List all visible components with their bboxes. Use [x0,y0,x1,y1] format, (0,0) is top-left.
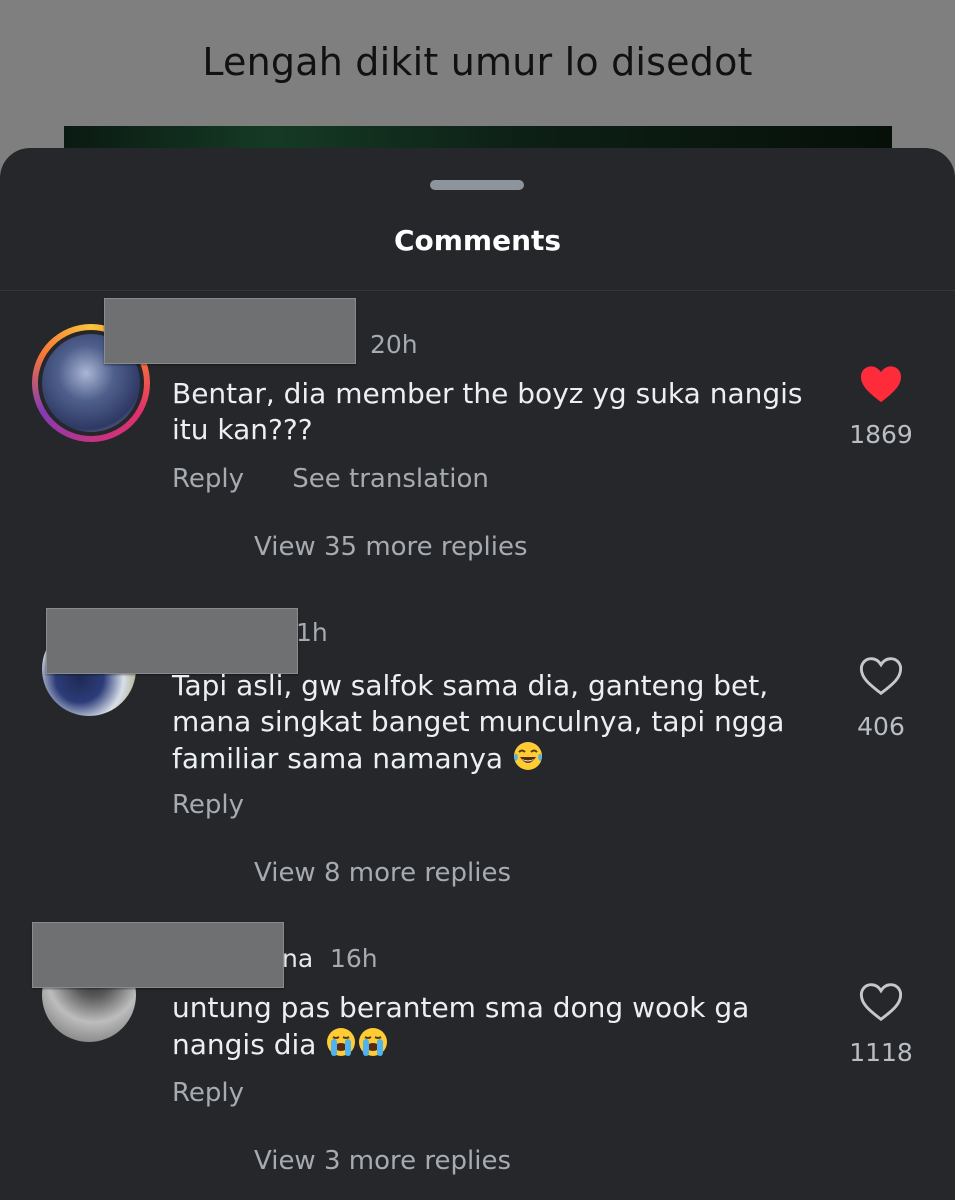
see-translation-button[interactable]: See translation [292,464,489,494]
reply-button[interactable]: Reply [172,1078,244,1108]
divider [0,290,955,291]
comment-username-fragment: na [282,944,314,973]
reply-button[interactable]: Reply [172,790,244,820]
comment-text: Tapi asli, gw salfok sama dia, ganteng b… [172,668,822,777]
loudly-crying-emoji-icon [359,1028,388,1056]
comment-text: Bentar, dia member the boyz yg suka nang… [172,377,803,446]
view-more-replies[interactable]: View 35 more replies [254,532,528,562]
comment-actions: Reply See translation [172,464,529,494]
heart-filled-icon [861,366,901,403]
like-count: 1869 [849,420,913,449]
view-more-replies[interactable]: View 3 more replies [254,1146,511,1176]
comment-text-body: untung pas berantem sma dong wook ga nan… [172,991,750,1061]
username-redaction [46,608,298,674]
like-button[interactable]: 406 [831,656,931,741]
comment-text-body: Tapi asli, gw salfok sama dia, ganteng b… [172,669,785,775]
reply-button[interactable]: Reply [172,464,244,494]
like-count: 1118 [849,1038,913,1067]
heart-outline-icon [859,657,903,696]
loudly-crying-emoji-icon [327,1028,356,1056]
username-redaction [104,298,356,364]
comment-time: 1h [296,618,328,647]
like-button[interactable]: 1869 [831,364,931,449]
like-button[interactable]: 1118 [831,982,931,1067]
drag-handle[interactable] [430,180,524,190]
view-more-replies[interactable]: View 8 more replies [254,858,511,888]
comment-text: untung pas berantem sma dong wook ga nan… [172,990,792,1063]
laughing-tears-emoji-icon [514,742,542,770]
comment-time: 16h [330,944,378,973]
sheet-title: Comments [393,224,562,257]
comment-time: 20h [370,330,418,359]
post-caption: Lengah dikit umur lo disedot [202,40,753,84]
heart-outline-icon [859,983,903,1022]
comment-actions: Reply [172,1078,284,1108]
username-redaction [32,922,284,988]
comments-sheet: Comments 20h Bentar, dia member the boyz… [0,148,955,1200]
comment-actions: Reply [172,790,284,820]
like-count: 406 [857,712,905,741]
